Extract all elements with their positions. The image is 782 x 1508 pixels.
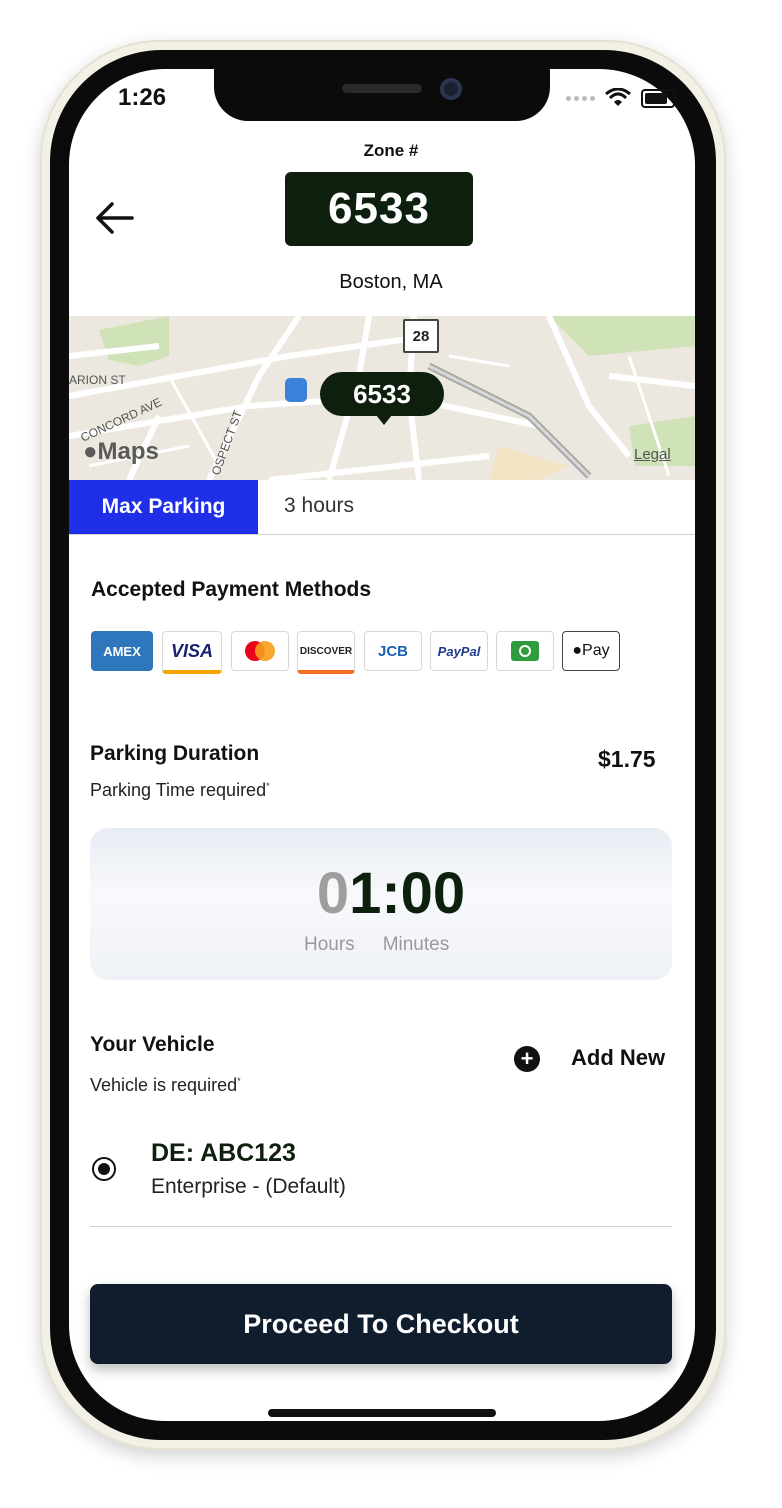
visa-card-icon: VISA <box>162 631 222 674</box>
max-parking-label: Max Parking <box>69 480 258 534</box>
vehicle-type: Enterprise - (Default) <box>151 1175 346 1198</box>
zone-label: Zone # <box>363 141 419 160</box>
parking-duration-subtitle: Parking Time required* <box>90 780 270 800</box>
amex-card-icon: AMEX <box>91 631 153 671</box>
vehicle-plate[interactable]: DE: ABC123 <box>151 1139 296 1168</box>
hours-label: Hours <box>304 934 355 955</box>
route-shield: 28 <box>403 319 439 353</box>
battery-icon <box>641 88 678 108</box>
wallet-card-icon <box>496 631 554 671</box>
proceed-to-checkout-button[interactable]: Proceed To Checkout <box>90 1284 672 1364</box>
speaker <box>342 84 422 93</box>
signal-icon <box>566 95 595 101</box>
jcb-card-icon: JCB <box>364 631 422 671</box>
home-indicator <box>268 1409 496 1417</box>
apple-logo-icon: ● <box>83 438 98 465</box>
add-new-vehicle-button[interactable]: Add New <box>571 1045 665 1071</box>
vehicle-radio-selected[interactable] <box>92 1157 116 1181</box>
maps-logo: ●Maps <box>83 438 159 465</box>
timer-labels: Hours Minutes <box>304 934 449 956</box>
notch <box>214 69 550 121</box>
your-vehicle-subtitle: Vehicle is required* <box>90 1075 241 1095</box>
apple-pay-card-icon: ● Pay <box>562 631 620 671</box>
camera <box>440 78 462 100</box>
divider <box>90 1226 672 1227</box>
zone-map-pin[interactable]: 6533 <box>320 372 444 425</box>
wifi-icon <box>605 88 631 106</box>
parking-price: $1.75 <box>598 746 656 772</box>
add-vehicle-icon[interactable]: + <box>514 1046 540 1072</box>
zone-city: Boston, MA <box>339 271 443 293</box>
map-legal-link[interactable]: Legal <box>634 446 671 463</box>
status-time: 1:26 <box>118 84 167 111</box>
your-vehicle-title: Your Vehicle <box>90 1033 215 1056</box>
minutes-label: Minutes <box>382 934 450 955</box>
max-parking-value: 3 hours <box>284 494 355 517</box>
zone-number: 6533 <box>285 172 473 246</box>
back-arrow-icon[interactable] <box>92 196 136 240</box>
discover-card-icon: DISCOVER <box>297 631 355 674</box>
street-label: ARION ST <box>69 373 126 387</box>
timer-hours-leading-digit: 0 <box>316 861 350 926</box>
timer-value: 1:00 <box>349 861 466 926</box>
transit-icon <box>285 378 307 402</box>
status-icons <box>566 88 678 108</box>
duration-timer[interactable]: 01:00 <box>0 860 782 927</box>
payment-methods-title: Accepted Payment Methods <box>91 578 372 601</box>
parking-duration-title: Parking Duration <box>90 742 260 765</box>
paypal-card-icon: PayPal <box>430 631 488 671</box>
mastercard-card-icon <box>231 631 289 671</box>
apple-logo-icon: ● <box>572 642 583 659</box>
